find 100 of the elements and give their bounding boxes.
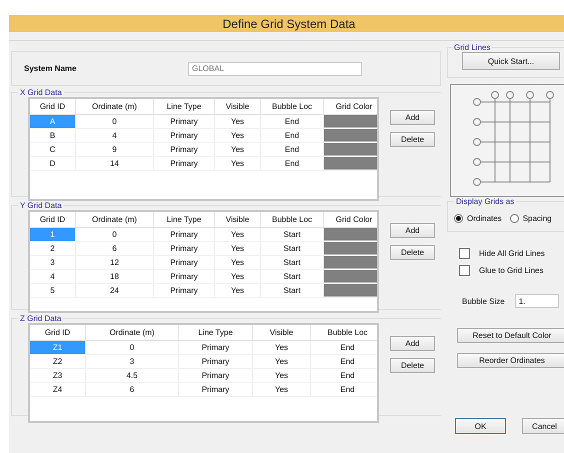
table-cell[interactable]: Yes bbox=[253, 341, 311, 354]
table-cell[interactable]: Primary bbox=[154, 143, 215, 156]
group-title: X Grid Data bbox=[19, 88, 63, 97]
table-cell[interactable]: 0 bbox=[76, 228, 154, 241]
table-cell[interactable]: End bbox=[311, 355, 377, 368]
table-cell[interactable]: Primary bbox=[179, 341, 253, 354]
radio-option[interactable]: Ordinates bbox=[454, 214, 502, 223]
table-cell[interactable]: Primary bbox=[154, 228, 215, 241]
table-cell[interactable]: 4 bbox=[30, 270, 76, 283]
table-cell[interactable]: Z4 bbox=[30, 383, 86, 396]
table-cell[interactable]: Primary bbox=[154, 129, 215, 142]
table-cell[interactable]: Yes bbox=[253, 369, 311, 382]
checkbox-option[interactable]: Hide All Grid Lines bbox=[459, 248, 564, 259]
table-cell[interactable]: C bbox=[30, 143, 76, 156]
grid-color-swatch[interactable] bbox=[324, 284, 377, 297]
bubble-size-field[interactable]: 1. bbox=[514, 294, 559, 308]
radio-option[interactable]: Spacing bbox=[510, 214, 552, 223]
table-cell[interactable]: End bbox=[311, 383, 377, 396]
radio-icon[interactable] bbox=[510, 214, 519, 223]
table-cell[interactable]: Primary bbox=[179, 369, 253, 382]
table-cell[interactable]: Z3 bbox=[30, 369, 86, 382]
table-cell[interactable]: Yes bbox=[253, 355, 311, 368]
table-cell[interactable]: Z2 bbox=[30, 355, 86, 368]
checkbox-option[interactable]: Glue to Grid Lines bbox=[459, 265, 564, 276]
table-cell[interactable]: Yes bbox=[215, 256, 261, 269]
table-cell[interactable]: 12 bbox=[76, 256, 154, 269]
reorder-button[interactable]: Reorder Ordinates bbox=[457, 353, 564, 368]
table-cell[interactable]: 0 bbox=[86, 341, 179, 354]
table-cell[interactable]: Yes bbox=[215, 228, 261, 241]
table-cell[interactable]: B bbox=[30, 129, 76, 142]
table-cell[interactable]: 0 bbox=[76, 115, 154, 128]
column-header: Grid Color bbox=[324, 99, 377, 114]
checkbox-icon[interactable] bbox=[459, 265, 470, 276]
add-button[interactable]: Add bbox=[390, 336, 435, 351]
table-cell[interactable]: 18 bbox=[76, 270, 154, 283]
grid-color-swatch[interactable] bbox=[324, 228, 377, 241]
column-header: Bubble Loc bbox=[261, 99, 324, 114]
add-button[interactable]: Add bbox=[390, 223, 435, 238]
column-header: Line Type bbox=[154, 212, 215, 227]
table-cell[interactable]: 3 bbox=[30, 256, 76, 269]
bubble-size-label: Bubble Size bbox=[462, 296, 505, 306]
table-cell[interactable]: Yes bbox=[215, 143, 261, 156]
radio-icon[interactable] bbox=[454, 214, 463, 223]
table-cell[interactable]: End bbox=[311, 369, 377, 382]
table-cell[interactable]: Primary bbox=[154, 284, 215, 297]
quick-start-button[interactable]: Quick Start... bbox=[462, 52, 560, 70]
table-cell[interactable]: 3 bbox=[86, 355, 179, 368]
table-cell[interactable]: Primary bbox=[154, 270, 215, 283]
delete-button[interactable]: Delete bbox=[390, 358, 435, 373]
grid-color-swatch[interactable] bbox=[324, 157, 377, 170]
table-cell[interactable]: End bbox=[311, 341, 377, 354]
column-header: Visible bbox=[215, 99, 261, 114]
delete-button[interactable]: Delete bbox=[390, 245, 435, 260]
column-header: Bubble Loc bbox=[261, 212, 324, 227]
cancel-button[interactable]: Cancel bbox=[522, 418, 564, 434]
table-cell[interactable]: 4 bbox=[76, 129, 154, 142]
table-cell[interactable]: Yes bbox=[215, 115, 261, 128]
table-cell[interactable]: 6 bbox=[86, 383, 179, 396]
table-cell[interactable]: Yes bbox=[215, 270, 261, 283]
column-header: Bubble Loc bbox=[311, 325, 377, 340]
grid-color-swatch[interactable] bbox=[324, 143, 377, 156]
table-cell[interactable]: 9 bbox=[76, 143, 154, 156]
table-cell[interactable]: 14 bbox=[76, 157, 154, 170]
column-header: Line Type bbox=[179, 325, 253, 340]
delete-button[interactable]: Delete bbox=[390, 132, 435, 147]
table-cell[interactable]: Primary bbox=[154, 115, 215, 128]
table-cell[interactable]: 24 bbox=[76, 284, 154, 297]
column-header: Visible bbox=[215, 212, 261, 227]
table-cell[interactable]: Primary bbox=[179, 383, 253, 396]
column-header: Line Type bbox=[154, 99, 215, 114]
group-title: Y Grid Data bbox=[19, 201, 63, 210]
table-cell[interactable]: 6 bbox=[76, 242, 154, 255]
table-cell[interactable]: Primary bbox=[154, 256, 215, 269]
table-cell[interactable]: Yes bbox=[215, 242, 261, 255]
table-cell[interactable]: D bbox=[30, 157, 76, 170]
grid-color-swatch[interactable] bbox=[324, 256, 377, 269]
grid-color-swatch[interactable] bbox=[324, 115, 377, 128]
add-button[interactable]: Add bbox=[390, 110, 435, 125]
table-cell[interactable]: Primary bbox=[179, 355, 253, 368]
window-title: Define Grid System Data bbox=[222, 16, 356, 30]
grid-color-swatch[interactable] bbox=[324, 242, 377, 255]
checkbox-icon[interactable] bbox=[459, 248, 470, 259]
column-header: Grid ID bbox=[30, 99, 76, 114]
table-cell[interactable]: 5 bbox=[30, 284, 76, 297]
table-cell[interactable]: Yes bbox=[215, 129, 261, 142]
table-cell[interactable]: 2 bbox=[30, 242, 76, 255]
system-name-label: System Name bbox=[24, 64, 78, 73]
column-header: Ordinate (m) bbox=[76, 212, 154, 227]
table-cell[interactable]: Yes bbox=[215, 157, 261, 170]
reset-color-button[interactable]: Reset to Default Color bbox=[457, 328, 564, 343]
table-cell[interactable]: 4.5 bbox=[86, 369, 179, 382]
table-cell[interactable]: Yes bbox=[215, 284, 261, 297]
grid-color-swatch[interactable] bbox=[324, 270, 377, 283]
system-name-field[interactable]: GLOBAL bbox=[188, 62, 362, 76]
ok-button[interactable]: OK bbox=[455, 418, 506, 434]
table-cell[interactable]: Primary bbox=[154, 242, 215, 255]
grid-color-swatch[interactable] bbox=[324, 129, 377, 142]
table-cell[interactable]: Primary bbox=[154, 157, 215, 170]
column-header: Grid Color bbox=[324, 212, 377, 227]
table-cell[interactable]: Yes bbox=[253, 383, 311, 396]
